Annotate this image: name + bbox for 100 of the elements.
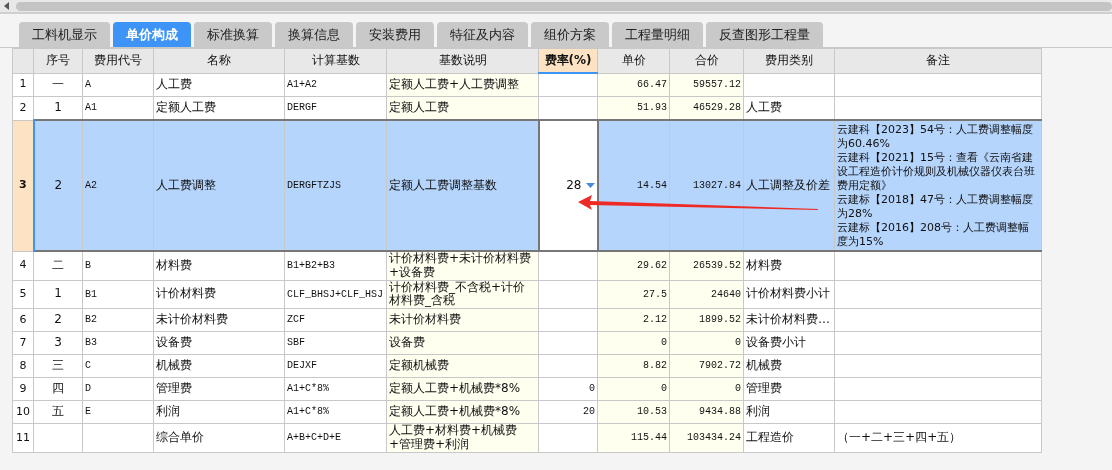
total-price-cell: 103434.24 xyxy=(669,423,744,453)
seq-cell: 二 xyxy=(33,251,83,281)
row-number[interactable]: 6 xyxy=(12,308,34,332)
category-cell: 材料费 xyxy=(743,251,835,281)
scroll-left-icon[interactable] xyxy=(4,2,10,10)
total-price-cell: 24640 xyxy=(669,280,744,309)
rate-cell[interactable] xyxy=(538,354,598,378)
base-cell: A1+C*8% xyxy=(284,400,387,424)
column-header[interactable]: 计算基数 xyxy=(284,48,387,73)
rate-cell[interactable] xyxy=(538,308,598,332)
remark-text: 云建标【2018】47号：人工费调整幅度为28% xyxy=(837,192,1034,221)
row-number[interactable]: 7 xyxy=(12,331,34,355)
category-cell: 工程造价 xyxy=(743,423,835,453)
base-desc-cell: 人工费+材料费+机械费+管理费+利润 xyxy=(386,423,539,453)
total-price-cell: 13027.84 xyxy=(669,120,744,251)
category-cell: 利润 xyxy=(743,400,835,424)
rate-cell[interactable]: 20 xyxy=(538,400,598,424)
name-cell: 材料费 xyxy=(153,251,285,281)
name-cell: 计价材料费 xyxy=(153,280,285,309)
row-number[interactable]: 8 xyxy=(12,354,34,378)
base-cell: DERGFTZJS xyxy=(284,120,387,251)
row-number[interactable]: 11 xyxy=(12,423,34,453)
tab[interactable]: 反查图形工程量 xyxy=(706,22,823,47)
base-cell: CLF_BHSJ+CLF_HSJ xyxy=(284,280,387,309)
base-desc-cell: 设备费 xyxy=(386,331,539,355)
unit-price-cell: 115.44 xyxy=(597,423,670,453)
rate-cell[interactable] xyxy=(538,280,598,309)
base-desc-cell: 定额人工费+人工费调整 xyxy=(386,73,539,97)
tab[interactable]: 工料机显示 xyxy=(19,22,110,47)
code-cell: B xyxy=(82,251,154,281)
seq-cell xyxy=(33,423,83,453)
seq-cell: 2 xyxy=(33,308,83,332)
code-cell: A xyxy=(82,73,154,97)
code-cell: B2 xyxy=(82,308,154,332)
row-number[interactable]: 4 xyxy=(12,251,34,281)
rate-cell[interactable] xyxy=(538,251,598,281)
column-header[interactable]: 费用代号 xyxy=(82,48,154,73)
row-number[interactable]: 3 xyxy=(12,120,34,251)
scrollbar-thumb[interactable] xyxy=(16,1,1112,11)
column-header[interactable]: 费用类别 xyxy=(743,48,835,73)
tab[interactable]: 换算信息 xyxy=(275,22,353,47)
column-header[interactable]: 名称 xyxy=(153,48,285,73)
category-cell: 设备费小计 xyxy=(743,331,835,355)
category-cell: 机械费 xyxy=(743,354,835,378)
code-cell xyxy=(82,423,154,453)
seq-cell: 四 xyxy=(33,377,83,401)
column-header[interactable]: 备注 xyxy=(834,48,1042,73)
column-header[interactable]: 单价 xyxy=(597,48,670,73)
tab[interactable]: 标准换算 xyxy=(194,22,272,47)
code-cell: B3 xyxy=(82,331,154,355)
rate-dropdown[interactable]: 28 xyxy=(538,120,598,251)
column-header[interactable]: 基数说明 xyxy=(386,48,539,73)
code-cell: B1 xyxy=(82,280,154,309)
category-cell: 未计价材料费… xyxy=(743,308,835,332)
total-price-cell: 26539.52 xyxy=(669,251,744,281)
category-cell: 管理费 xyxy=(743,377,835,401)
base-desc-cell: 未计价材料费 xyxy=(386,308,539,332)
base-desc-cell: 定额人工费+机械费*8% xyxy=(386,377,539,401)
row-number[interactable]: 10 xyxy=(12,400,34,424)
name-cell: 综合单价 xyxy=(153,423,285,453)
caret-icon xyxy=(585,182,595,188)
column-header[interactable]: 合价 xyxy=(669,48,744,73)
name-cell: 人工费调整 xyxy=(153,120,285,251)
remark-text: 云建科【2021】15号：查看《云南省建设工程造价计价规则及机械仪器仪表台班费用定额》 xyxy=(837,150,1036,193)
column-header[interactable]: 序号 xyxy=(33,48,83,73)
tab[interactable]: 安装费用 xyxy=(356,22,434,47)
column-header[interactable]: 费率(%) xyxy=(538,48,598,73)
unit-price-cell: 27.5 xyxy=(597,280,670,309)
seq-cell: 五 xyxy=(33,400,83,424)
tab[interactable]: 组价方案 xyxy=(531,22,609,47)
base-cell: B1+B2+B3 xyxy=(284,251,387,281)
seq-cell: 一 xyxy=(33,73,83,97)
tab[interactable]: 特征及内容 xyxy=(437,22,528,47)
row-number[interactable]: 1 xyxy=(12,73,34,97)
rate-cell[interactable] xyxy=(538,423,598,453)
name-cell: 设备费 xyxy=(153,331,285,355)
rate-cell[interactable] xyxy=(538,331,598,355)
base-cell: DEJXF xyxy=(284,354,387,378)
horizontal-scrollbar[interactable] xyxy=(0,0,1112,14)
base-desc-cell: 计价材料费_不含税+计价材料费_含税 xyxy=(386,280,539,309)
base-desc-cell: 定额人工费调整基数 xyxy=(386,120,539,251)
code-cell: E xyxy=(82,400,154,424)
rate-cell[interactable] xyxy=(538,73,598,97)
category-cell: 人工调整及价差 xyxy=(743,120,835,251)
row-number[interactable]: 2 xyxy=(12,96,34,120)
row-number[interactable]: 9 xyxy=(12,377,34,401)
remark-cell: （一+二+三+四+五） xyxy=(834,423,1042,453)
unit-price-cell: 14.54 xyxy=(597,120,670,251)
name-cell: 管理费 xyxy=(153,377,285,401)
remark-text: 云建科【2023】54号：人工费调整幅度为60.46% xyxy=(837,122,1034,151)
rate-cell[interactable]: 0 xyxy=(538,377,598,401)
base-desc-cell: 定额机械费 xyxy=(386,354,539,378)
name-cell: 人工费 xyxy=(153,73,285,97)
base-cell: A+B+C+D+E xyxy=(284,423,387,453)
unit-price-cell: 29.62 xyxy=(597,251,670,281)
name-cell: 机械费 xyxy=(153,354,285,378)
category-cell: 计价材料费小计 xyxy=(743,280,835,309)
code-cell: C xyxy=(82,354,154,378)
tab[interactable]: 工程量明细 xyxy=(612,22,703,47)
row-number[interactable]: 5 xyxy=(12,280,34,309)
